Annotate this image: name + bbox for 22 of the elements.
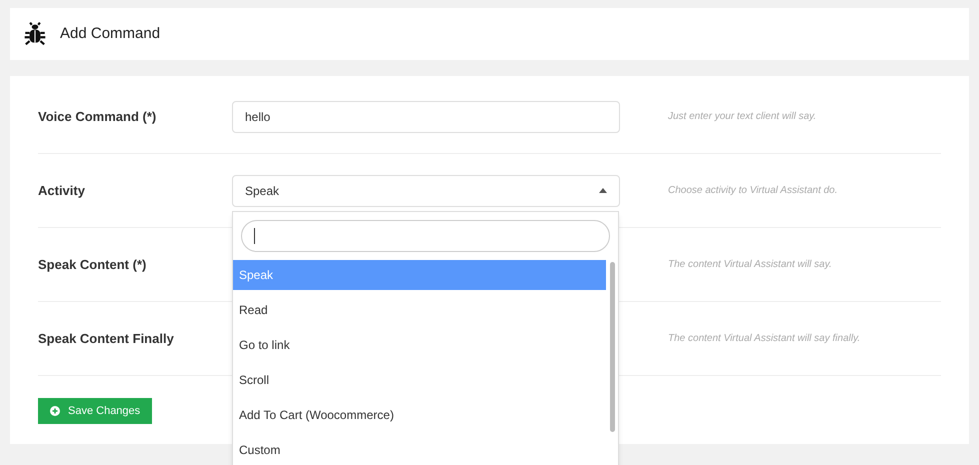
- field-label: Voice Command (*): [38, 108, 158, 126]
- bug-icon: [22, 21, 48, 47]
- field-hint: The content Virtual Assistant will say finally.: [668, 332, 860, 346]
- scrollbar-thumb[interactable]: [610, 262, 614, 432]
- field-label: Speak Content (*): [38, 256, 148, 274]
- page-title: Add Command: [60, 24, 160, 44]
- dropdown-option[interactable]: Go to link: [233, 330, 606, 360]
- field-hint: The content Virtual Assistant will say.: [668, 258, 832, 272]
- activity-select[interactable]: Speak: [232, 174, 620, 206]
- dropdown-option[interactable]: Read: [233, 294, 606, 324]
- dropdown-option[interactable]: Scroll: [233, 364, 606, 394]
- field-hint: Choose activity to Virtual Assistant do.: [668, 184, 838, 198]
- dropdown-option[interactable]: Add To Cart (Woocommerce): [233, 400, 606, 430]
- field-label: Activity: [38, 182, 86, 200]
- search-field[interactable]: [241, 220, 610, 252]
- text-field[interactable]: hello: [232, 100, 620, 132]
- dropdown-option[interactable]: Custom: [233, 434, 606, 464]
- caret-icon: [599, 188, 607, 193]
- field-label: Speak Content Finally: [38, 330, 175, 348]
- field-hint: Just enter your text client will say.: [668, 110, 816, 124]
- text-cursor: [254, 228, 255, 244]
- plus-circle-icon: [50, 406, 60, 416]
